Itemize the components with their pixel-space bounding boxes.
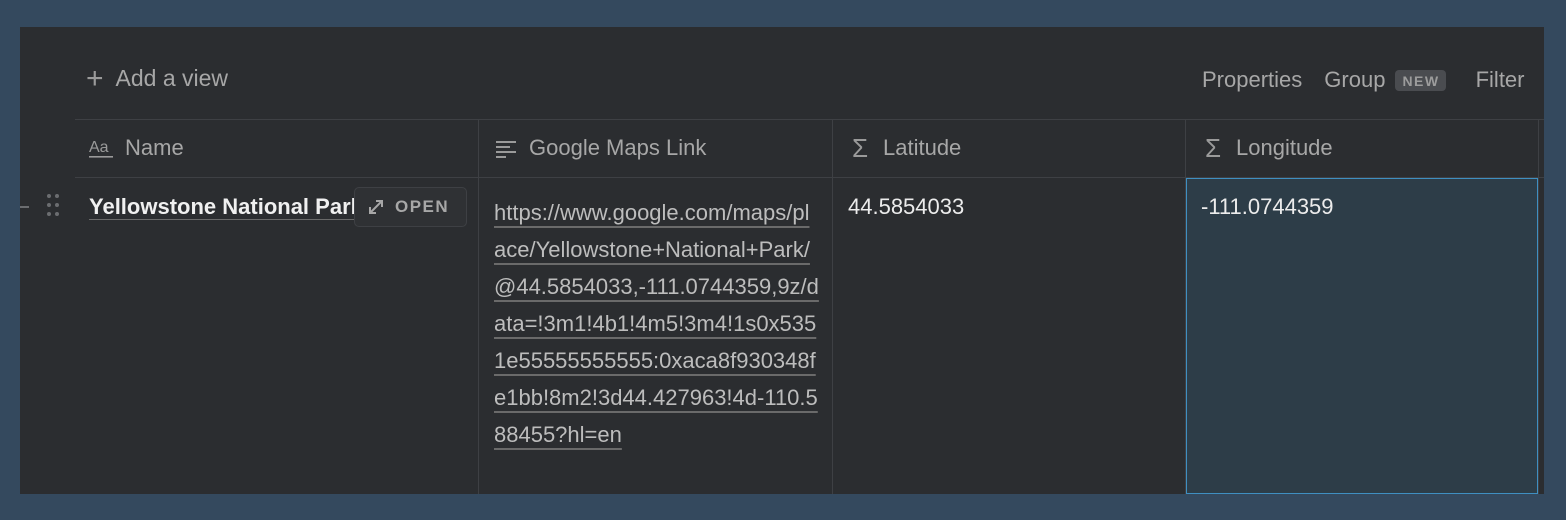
expand-arrow-icon <box>369 200 383 214</box>
column-header-latitude[interactable]: Σ Latitude <box>847 119 961 177</box>
plus-icon: + <box>86 61 104 95</box>
name-cell[interactable]: Yellowstone National Park OPEN <box>75 178 478 494</box>
open-label: OPEN <box>395 197 450 216</box>
new-badge: NEW <box>1395 69 1446 91</box>
google-maps-url-link[interactable]: https://www.google.com/maps/place/Yellow… <box>494 194 819 453</box>
toolbar-actions: Properties Group NEW Filter <box>1202 67 1525 93</box>
latitude-cell[interactable]: 44.5854033 <box>833 178 1185 494</box>
row-indicator <box>20 206 29 208</box>
view-toolbar: + Add a view Properties Group NEW Filter <box>20 27 1544 119</box>
column-header-longitude[interactable]: Σ Longitude <box>1200 119 1333 177</box>
properties-button[interactable]: Properties <box>1202 67 1302 93</box>
longitude-value: -111.0744359 <box>1201 194 1334 219</box>
column-header-google-maps-link[interactable]: Google Maps Link <box>493 119 706 177</box>
group-button[interactable]: Group <box>1324 67 1385 93</box>
google-maps-link-cell[interactable]: https://www.google.com/maps/place/Yellow… <box>479 178 831 494</box>
filter-button[interactable]: Filter <box>1476 67 1525 93</box>
formula-sigma-icon: Σ <box>851 132 869 163</box>
drag-handle-icon[interactable] <box>46 192 60 225</box>
latitude-value: 44.5854033 <box>848 194 965 219</box>
column-header-label: Google Maps Link <box>529 135 707 160</box>
column-divider <box>1538 119 1539 494</box>
svg-text:Aa: Aa <box>89 139 109 156</box>
column-header-name[interactable]: Aa Name <box>89 119 184 177</box>
text-lines-icon <box>493 138 519 158</box>
database-table: Aa Name Google Maps Link Σ Latitude Σ Lo… <box>75 119 1544 494</box>
column-header-label: Name <box>125 135 184 160</box>
formula-sigma-icon: Σ <box>1204 132 1222 163</box>
text-type-icon: Aa <box>89 137 115 159</box>
page-title-link[interactable]: Yellowstone National Park <box>89 194 354 220</box>
database-view-window: + Add a view Properties Group NEW Filter… <box>20 27 1544 494</box>
open-page-button[interactable]: OPEN <box>354 187 467 227</box>
add-view-button[interactable]: + Add a view <box>86 61 229 95</box>
longitude-cell-selected[interactable]: -111.0744359 <box>1186 178 1538 494</box>
column-header-label: Longitude <box>1236 135 1333 160</box>
add-view-label: Add a view <box>115 65 229 91</box>
column-header-label: Latitude <box>883 135 962 160</box>
